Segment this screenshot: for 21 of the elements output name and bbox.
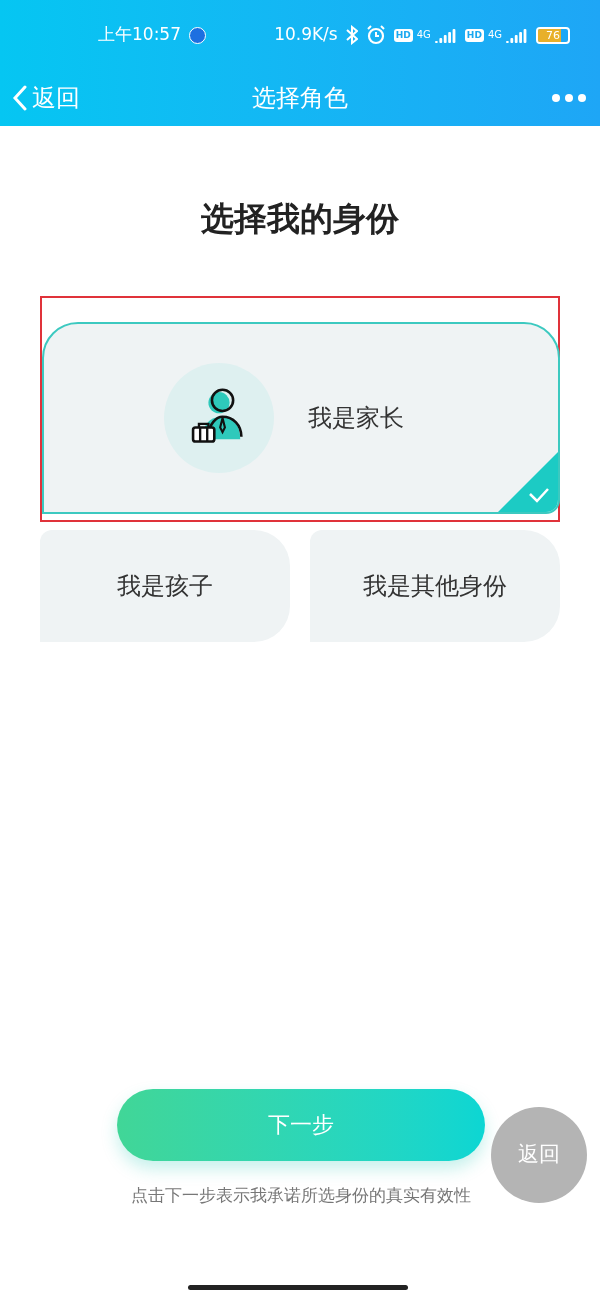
network-type: 4G — [487, 28, 502, 42]
status-time: 上午10:57 — [98, 23, 181, 47]
hd-badge: HD — [464, 28, 484, 42]
check-corner-icon — [498, 451, 558, 512]
disclaimer-text: 点击下一步表示我承诺所选身份的真实有效性 — [131, 1183, 471, 1207]
heading: 选择我的身份 — [200, 198, 400, 240]
role-card[interactable]: 我是家长 — [42, 321, 560, 514]
role-card[interactable]: 我是孩子 — [40, 529, 290, 642]
alarm-icon — [365, 25, 386, 45]
network-type: 4G — [416, 28, 431, 42]
network-speed: 10.9K/s — [274, 23, 338, 47]
more-button[interactable] — [552, 94, 588, 102]
role-card[interactable]: 我是其他身份 — [310, 529, 560, 642]
signal-icon — [506, 27, 528, 43]
k-icon — [189, 26, 206, 44]
page-title: 选择角色 — [252, 83, 348, 114]
bluetooth-icon — [345, 25, 358, 45]
signal-icon — [434, 27, 457, 43]
hd-badge: HD — [393, 28, 413, 42]
battery-level: 76 — [546, 29, 560, 41]
back-chevron-icon — [12, 85, 28, 111]
